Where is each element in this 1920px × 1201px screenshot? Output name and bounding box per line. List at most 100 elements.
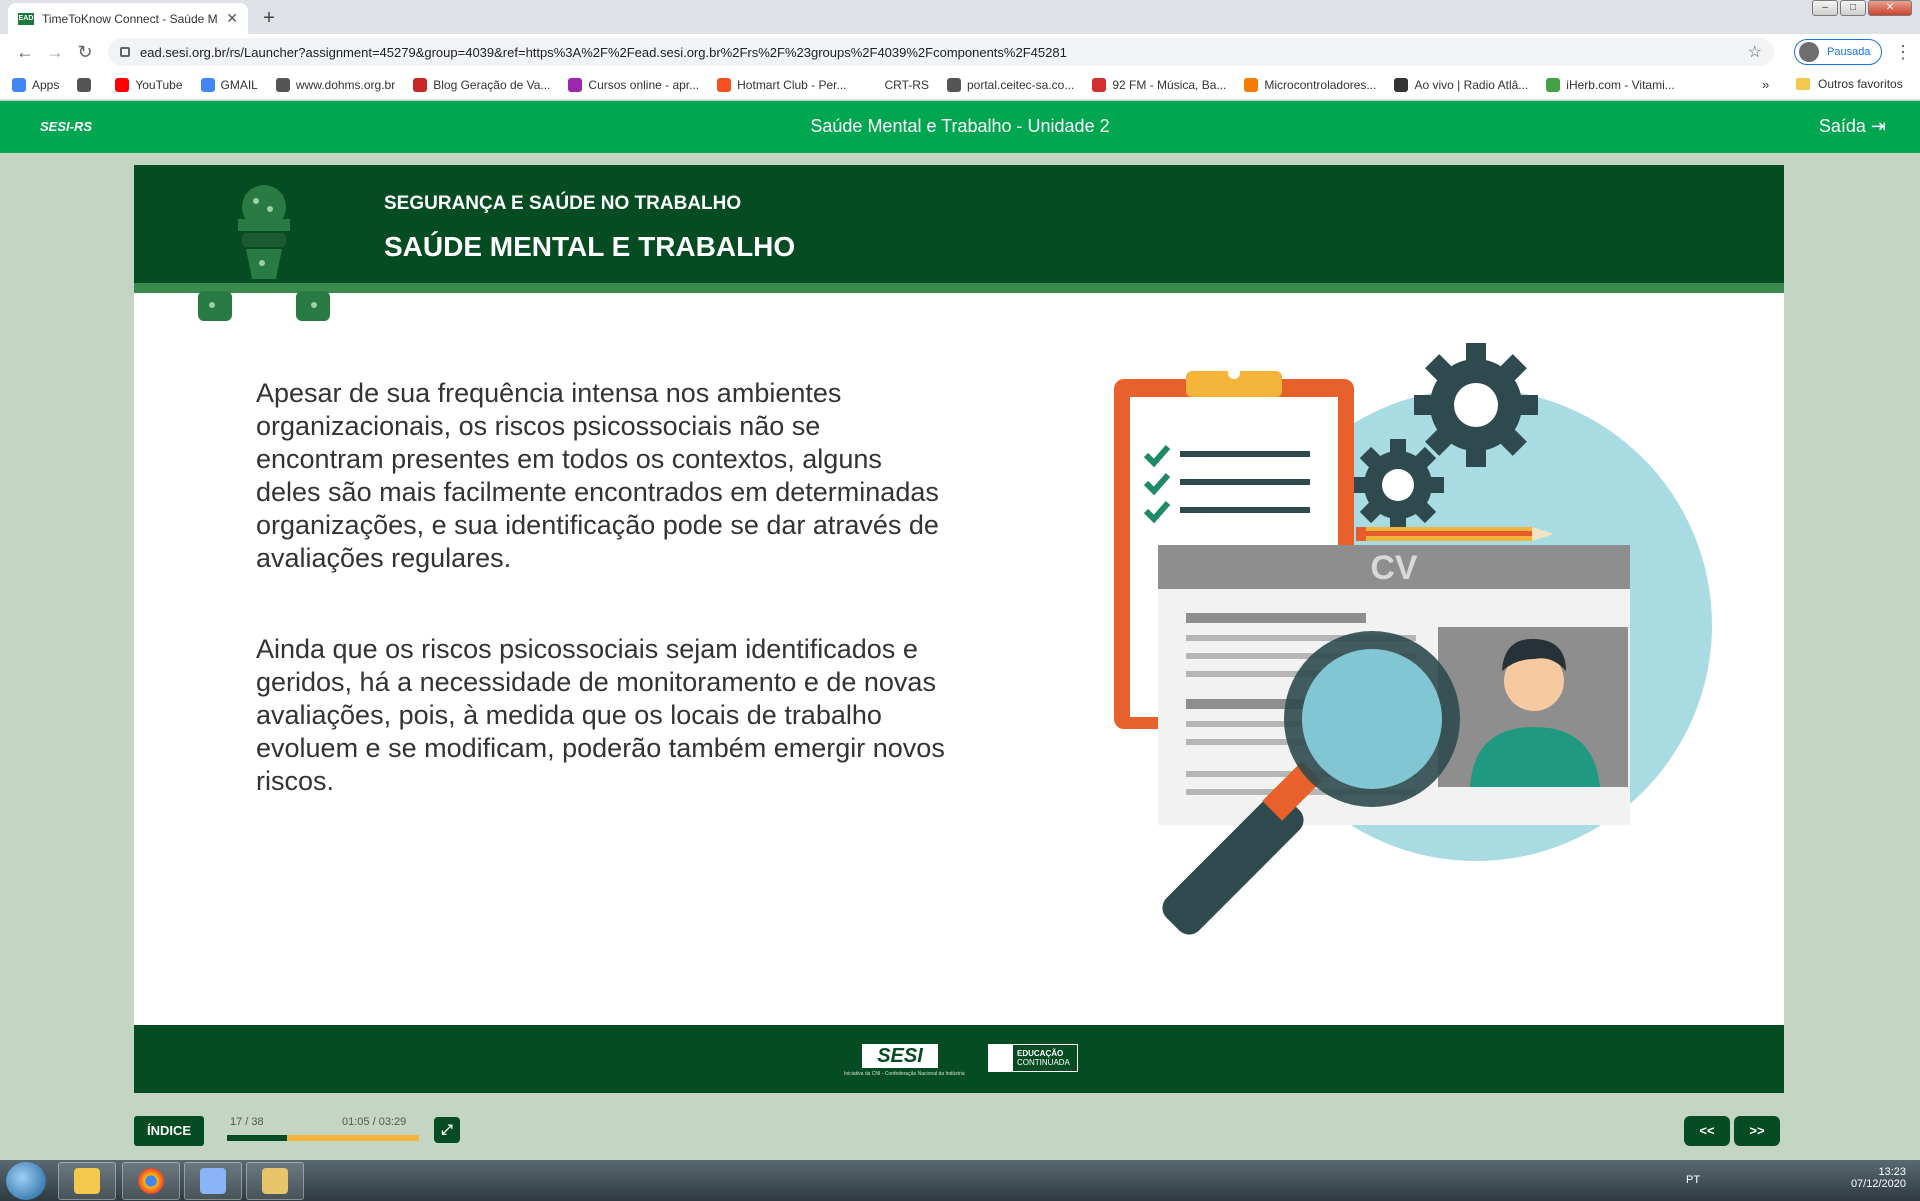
maximize-button[interactable]: □ <box>1840 0 1866 16</box>
bookmark-favicon-icon <box>413 77 428 92</box>
bookmark-item[interactable]: Blog Geração de Va... <box>413 77 551 92</box>
bookmark-label: Hotmart Club - Per... <box>737 77 847 92</box>
bookmark-label: CRT-RS <box>884 77 929 92</box>
lesson-footer: SESI Iniciativa da CNI - Confederação Na… <box>134 1025 1784 1093</box>
course-title: Saúde Mental e Trabalho - Unidade 2 <box>810 116 1110 136</box>
lesson-heading: SAÚDE MENTAL E TRABALHO <box>384 231 796 262</box>
bookmark-favicon-icon <box>568 77 583 92</box>
system-clock[interactable]: 13:23 07/12/2020 <box>1851 1166 1906 1190</box>
cv-label: CV <box>1370 549 1418 587</box>
bookmark-favicon-icon <box>1546 77 1561 92</box>
address-bar: ← → ↻ ead.sesi.org.br/rs/Launcher?assign… <box>0 34 1920 70</box>
taskbar-app-mail[interactable] <box>58 1162 116 1200</box>
bookmark-label: www.dohms.org.br <box>295 77 396 92</box>
bookmark-item[interactable]: Microcontroladores... <box>1244 77 1377 92</box>
bookmark-item[interactable]: CRT-RS <box>864 77 929 92</box>
sesi-logo: SESI <box>862 1044 938 1068</box>
bookmark-item[interactable]: Apps <box>12 77 59 92</box>
progress-fill <box>227 1135 287 1141</box>
bookmark-favicon-icon <box>77 77 92 92</box>
bookmark-favicon-icon <box>1394 77 1409 92</box>
lesson-banner: SEGURANÇA E SAÚDE NO TRABALHO SAÚDE MENT… <box>134 165 1784 293</box>
bookmark-label: Cursos online - apr... <box>588 77 700 92</box>
ead-favicon-icon: EAD <box>18 12 34 25</box>
bookmarks-more-button[interactable]: » <box>1762 77 1769 92</box>
bookmark-label: Microcontroladores... <box>1264 77 1377 92</box>
lock-icon <box>120 47 130 57</box>
next-button[interactable]: >> <box>1734 1116 1780 1146</box>
bookmark-favicon-icon <box>1244 77 1259 92</box>
bookmark-item[interactable]: YouTube <box>115 77 183 92</box>
pencil-icon <box>1356 527 1554 541</box>
expand-icon: ⤢ <box>441 1121 453 1137</box>
bookmarks-bar: Apps YouTube GMAIL www.dohms.org.br Blog Ger… <box>0 70 1920 100</box>
bookmark-label: YouTube <box>135 77 183 92</box>
bookmark-favicon-icon <box>946 77 961 92</box>
bookmark-label: Blog Geração de Va... <box>433 77 551 92</box>
other-bookmarks-folder[interactable]: Outros favoritos <box>1796 77 1903 91</box>
index-button[interactable]: ÍNDICE <box>134 1116 204 1146</box>
chrome-icon <box>138 1168 164 1194</box>
bookmark-item[interactable] <box>77 77 97 92</box>
windows-taskbar: PT 13:23 07/12/2020 <box>0 1160 1920 1201</box>
avatar <box>1799 42 1819 62</box>
bookmark-favicon-icon <box>115 77 130 92</box>
taskbar-app-explorer[interactable] <box>246 1162 304 1200</box>
fullscreen-button[interactable]: ⤢ <box>434 1117 460 1143</box>
edu-logo-line2: CONTINUADA <box>1017 1058 1070 1067</box>
exit-icon: ⇥ <box>1870 116 1886 136</box>
url-input[interactable]: ead.sesi.org.br/rs/Launcher?assignment=4… <box>108 38 1774 66</box>
bookmark-item[interactable]: Ao vivo | Radio Atlâ... <box>1394 77 1529 92</box>
back-icon[interactable]: ← <box>10 42 40 63</box>
start-button-icon[interactable] <box>6 1162 46 1200</box>
other-bookmarks-label: Outros favoritos <box>1818 77 1903 91</box>
bookmark-item[interactable]: GMAIL <box>200 77 258 92</box>
previous-button[interactable]: << <box>1684 1116 1730 1146</box>
app-header: SESI-RS Saúde Mental e Trabalho - Unidad… <box>0 101 1920 153</box>
close-window-button[interactable]: ✕ <box>1868 0 1912 16</box>
player-controls: ÍNDICE 17 / 38 01:05 / 03:29 ⤢ << >> <box>134 1093 1784 1165</box>
new-tab-button[interactable]: + <box>256 6 282 32</box>
bookmark-item[interactable]: Cursos online - apr... <box>568 77 700 92</box>
reload-icon[interactable]: ↻ <box>70 42 100 63</box>
browser-tab[interactable]: EAD TimeToKnow Connect - Saúde M ✕ <box>8 3 248 34</box>
lesson-paragraph-2: Ainda que os riscos psicossociais sejam … <box>256 634 945 796</box>
forward-icon[interactable]: → <box>40 42 70 63</box>
educacao-logo-mark-icon <box>989 1045 1013 1071</box>
edu-logo-line1: EDUCAÇÃO <box>1017 1049 1064 1058</box>
bookmark-item[interactable]: www.dohms.org.br <box>275 77 396 92</box>
bookmark-item[interactable]: iHerb.com - Vitami... <box>1546 77 1675 92</box>
lesson-frame: SEGURANÇA E SAÚDE NO TRABALHO SAÚDE MENT… <box>134 165 1784 1093</box>
lesson-kicker: SEGURANÇA E SAÚDE NO TRABALHO <box>384 193 742 214</box>
browser-tab-bar: EAD TimeToKnow Connect - Saúde M ✕ + – □… <box>0 0 1920 34</box>
bookmark-favicon-icon <box>275 77 290 92</box>
bookmark-item[interactable]: 92 FM - Música, Ba... <box>1092 77 1227 92</box>
bookmark-item[interactable]: portal.ceitec-sa.co... <box>946 77 1074 92</box>
taskbar-app-paint[interactable] <box>184 1162 242 1200</box>
banner-stripe <box>134 283 1784 293</box>
minimize-button[interactable]: – <box>1812 0 1838 16</box>
time-counter: 01:05 / 03:29 <box>342 1116 407 1128</box>
bookmark-label: GMAIL <box>220 77 258 92</box>
folder-explorer-icon <box>262 1168 288 1194</box>
sesi-logo-subtitle: Iniciativa da CNI - Confederação Naciona… <box>844 1071 965 1077</box>
language-indicator[interactable]: PT <box>1686 1174 1700 1186</box>
educacao-continuada-logo: EDUCAÇÃO CONTINUADA <box>988 1044 1078 1072</box>
close-tab-icon[interactable]: ✕ <box>226 10 238 27</box>
bookmark-label: Ao vivo | Radio Atlâ... <box>1414 77 1529 92</box>
taskbar-app-chrome[interactable] <box>122 1162 180 1200</box>
worker-mascot-icon <box>198 185 330 321</box>
clock-date: 07/12/2020 <box>1850 1178 1906 1190</box>
paint-icon <box>200 1168 226 1194</box>
tab-title: TimeToKnow Connect - Saúde M <box>42 11 218 26</box>
menu-kebab-icon[interactable]: ⋮ <box>1894 42 1912 63</box>
profile-button[interactable]: Pausada <box>1794 39 1882 65</box>
profile-label: Pausada <box>1827 46 1871 58</box>
progress-bar[interactable] <box>227 1135 419 1141</box>
bookmark-label: 92 FM - Música, Ba... <box>1112 77 1227 92</box>
bookmark-item[interactable]: Hotmart Club - Per... <box>717 77 847 92</box>
bookmark-star-icon[interactable]: ☆ <box>1748 42 1762 62</box>
exit-button[interactable]: Saída ⇥ <box>1819 116 1886 137</box>
large-gear-icon <box>1414 343 1538 467</box>
cv-review-illustration: CV <box>1114 343 1712 935</box>
